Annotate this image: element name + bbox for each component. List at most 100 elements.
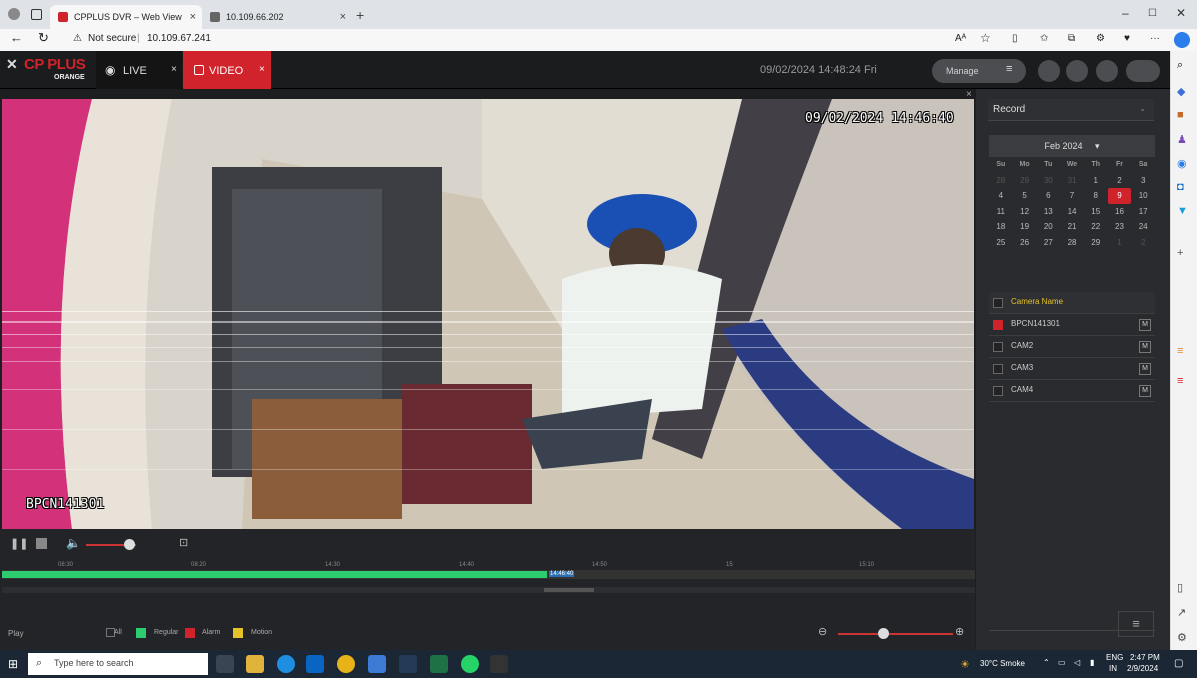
outlook-icon[interactable] bbox=[306, 655, 324, 673]
calendar-day[interactable]: 21 bbox=[1060, 219, 1084, 235]
settings-gear-icon[interactable]: ⚙ bbox=[1177, 631, 1187, 644]
filter-regular-checkbox[interactable] bbox=[136, 628, 146, 638]
read-aloud-icon[interactable]: Aᴬ bbox=[955, 33, 966, 44]
calendar-day[interactable]: 3 bbox=[1131, 173, 1155, 189]
browser-essentials-icon[interactable]: ♥ bbox=[1124, 33, 1130, 44]
collections-icon[interactable]: ⧉ bbox=[1068, 33, 1075, 44]
timeline-recording-bar[interactable] bbox=[2, 571, 547, 578]
calendar-day[interactable]: 16 bbox=[1108, 204, 1132, 220]
zoom-slider-handle[interactable] bbox=[878, 628, 889, 639]
calendar-day[interactable]: 6 bbox=[1036, 188, 1060, 204]
outlook-icon[interactable]: ◘ bbox=[1177, 181, 1184, 193]
calendar-day[interactable]: 12 bbox=[1013, 204, 1037, 220]
whatsapp-icon[interactable] bbox=[461, 655, 479, 673]
maximize-icon[interactable]: ☐ bbox=[1148, 8, 1157, 19]
copilot-icon[interactable] bbox=[1174, 32, 1190, 48]
camera-checkbox[interactable] bbox=[993, 320, 1003, 330]
refresh-icon[interactable]: ↻ bbox=[38, 30, 49, 46]
record-type-select[interactable]: Record ⌄ bbox=[988, 99, 1154, 121]
url-field[interactable]: 10.109.67.241 bbox=[147, 33, 211, 44]
pause-icon[interactable]: ❚❚ bbox=[10, 537, 28, 550]
camera-stream-toggle[interactable]: M bbox=[1139, 385, 1151, 397]
eye-view-icon[interactable] bbox=[1038, 60, 1060, 82]
volume-icon[interactable]: 🔈 bbox=[66, 536, 81, 550]
calendar-day[interactable]: 26 bbox=[1013, 235, 1037, 251]
close-tab-video-icon[interactable]: × bbox=[259, 64, 265, 75]
calendar-day[interactable]: 2 bbox=[1131, 235, 1155, 251]
app-icon[interactable] bbox=[368, 655, 386, 673]
games-icon[interactable]: ♟ bbox=[1177, 133, 1187, 146]
chrome-icon[interactable] bbox=[337, 655, 355, 673]
calendar-day[interactable]: 23 bbox=[1108, 219, 1132, 235]
zoom-out-icon[interactable]: ⊖ bbox=[818, 625, 827, 638]
camera-row[interactable]: CAM4 M bbox=[989, 380, 1155, 402]
snapshot-icon[interactable]: ⊡ bbox=[179, 536, 188, 549]
drop-icon[interactable]: ▼ bbox=[1177, 205, 1188, 217]
calendar-header[interactable]: Feb 2024 ▾ bbox=[989, 135, 1155, 157]
calendar-day[interactable]: 28 bbox=[1060, 235, 1084, 251]
camera-checkbox[interactable] bbox=[993, 364, 1003, 374]
zoom-in-icon[interactable]: ⊕ bbox=[955, 625, 964, 638]
notification-icon[interactable]: ▢ bbox=[1174, 658, 1183, 669]
timeline-marker[interactable]: 14:46:40 bbox=[549, 571, 575, 577]
list-menu-icon[interactable]: ≡ bbox=[1118, 611, 1154, 637]
calendar-day[interactable]: 27 bbox=[1036, 235, 1060, 251]
calendar-day[interactable]: 29 bbox=[1013, 173, 1037, 189]
calendar-day[interactable]: 30 bbox=[1036, 173, 1060, 189]
calendar-day[interactable]: 2 bbox=[1108, 173, 1132, 189]
calendar-day[interactable]: 24 bbox=[1131, 219, 1155, 235]
favorites-icon[interactable]: ✩ bbox=[1040, 33, 1048, 44]
calendar-day[interactable]: 11 bbox=[989, 204, 1013, 220]
excel-icon[interactable] bbox=[430, 655, 448, 673]
close-tab-icon[interactable]: × bbox=[190, 11, 196, 23]
split-screen-icon[interactable]: ▯ bbox=[1012, 33, 1018, 44]
camera-row[interactable]: BPCN141301 M bbox=[989, 314, 1155, 336]
tag-icon[interactable]: ◆ bbox=[1177, 85, 1185, 98]
calendar-day[interactable]: 13 bbox=[1036, 204, 1060, 220]
calendar-day[interactable]: 22 bbox=[1084, 219, 1108, 235]
calendar-day[interactable]: 18 bbox=[989, 219, 1013, 235]
calendar-day[interactable]: 28 bbox=[989, 173, 1013, 189]
zoom-slider[interactable] bbox=[838, 633, 953, 635]
language-indicator[interactable]: ENG bbox=[1106, 653, 1123, 662]
extensions-icon[interactable]: ⚙ bbox=[1096, 33, 1105, 44]
layout-grid-icon[interactable] bbox=[1096, 60, 1118, 82]
calendar-day[interactable]: 8 bbox=[1084, 188, 1108, 204]
calendar-day[interactable]: 1 bbox=[1084, 173, 1108, 189]
new-tab-button[interactable]: + bbox=[356, 7, 364, 23]
calendar-day[interactable]: 25 bbox=[989, 235, 1013, 251]
clock-time[interactable]: 2:47 PM bbox=[1130, 653, 1160, 662]
camera-row[interactable]: CAM3 M bbox=[989, 358, 1155, 380]
more-menu-icon[interactable]: ··· bbox=[1150, 33, 1160, 44]
filter-alarm-checkbox[interactable] bbox=[185, 628, 195, 638]
calendar-day[interactable]: 9 bbox=[1107, 188, 1132, 204]
close-video-icon[interactable]: × bbox=[966, 89, 972, 100]
calendar-day[interactable]: 29 bbox=[1084, 235, 1108, 251]
browser-tab-cpplus[interactable]: CPPLUS DVR – Web View × bbox=[50, 5, 202, 29]
security-label[interactable]: Not secure bbox=[88, 33, 136, 44]
calendar-day[interactable]: 10 bbox=[1131, 188, 1155, 204]
calendar-day[interactable]: 19 bbox=[1013, 219, 1037, 235]
volume-icon[interactable]: ◁ bbox=[1074, 658, 1080, 667]
taskbar-search[interactable]: ⌕ Type here to search bbox=[28, 653, 208, 675]
user-menu-icon[interactable] bbox=[1126, 60, 1160, 82]
weather-text[interactable]: 30°C Smoke bbox=[980, 659, 1025, 668]
tab-video[interactable]: VIDEO × bbox=[183, 51, 271, 89]
calendar-day[interactable]: 1 bbox=[1108, 235, 1132, 251]
briefcase-icon[interactable]: ■ bbox=[1177, 109, 1184, 121]
calendar-day[interactable]: 31 bbox=[1060, 173, 1084, 189]
task-view-icon[interactable] bbox=[216, 655, 234, 673]
timeline-scrollbar-thumb[interactable] bbox=[544, 588, 594, 592]
minimize-icon[interactable]: – bbox=[1122, 6, 1129, 20]
favorite-star-icon[interactable]: ☆ bbox=[980, 31, 991, 45]
windows-start-icon[interactable]: ⊞ bbox=[8, 657, 18, 671]
filter-motion-checkbox[interactable] bbox=[233, 628, 243, 638]
select-all-checkbox[interactable] bbox=[993, 298, 1003, 308]
camera-row[interactable]: CAM2 M bbox=[989, 336, 1155, 358]
terminal-icon[interactable] bbox=[490, 655, 508, 673]
camera-stream-toggle[interactable]: M bbox=[1139, 341, 1151, 353]
profile-icon[interactable] bbox=[8, 8, 20, 20]
app-icon[interactable]: ≡ bbox=[1177, 375, 1183, 387]
app-icon[interactable] bbox=[399, 655, 417, 673]
search-icon[interactable]: ⌕ bbox=[1177, 59, 1183, 72]
